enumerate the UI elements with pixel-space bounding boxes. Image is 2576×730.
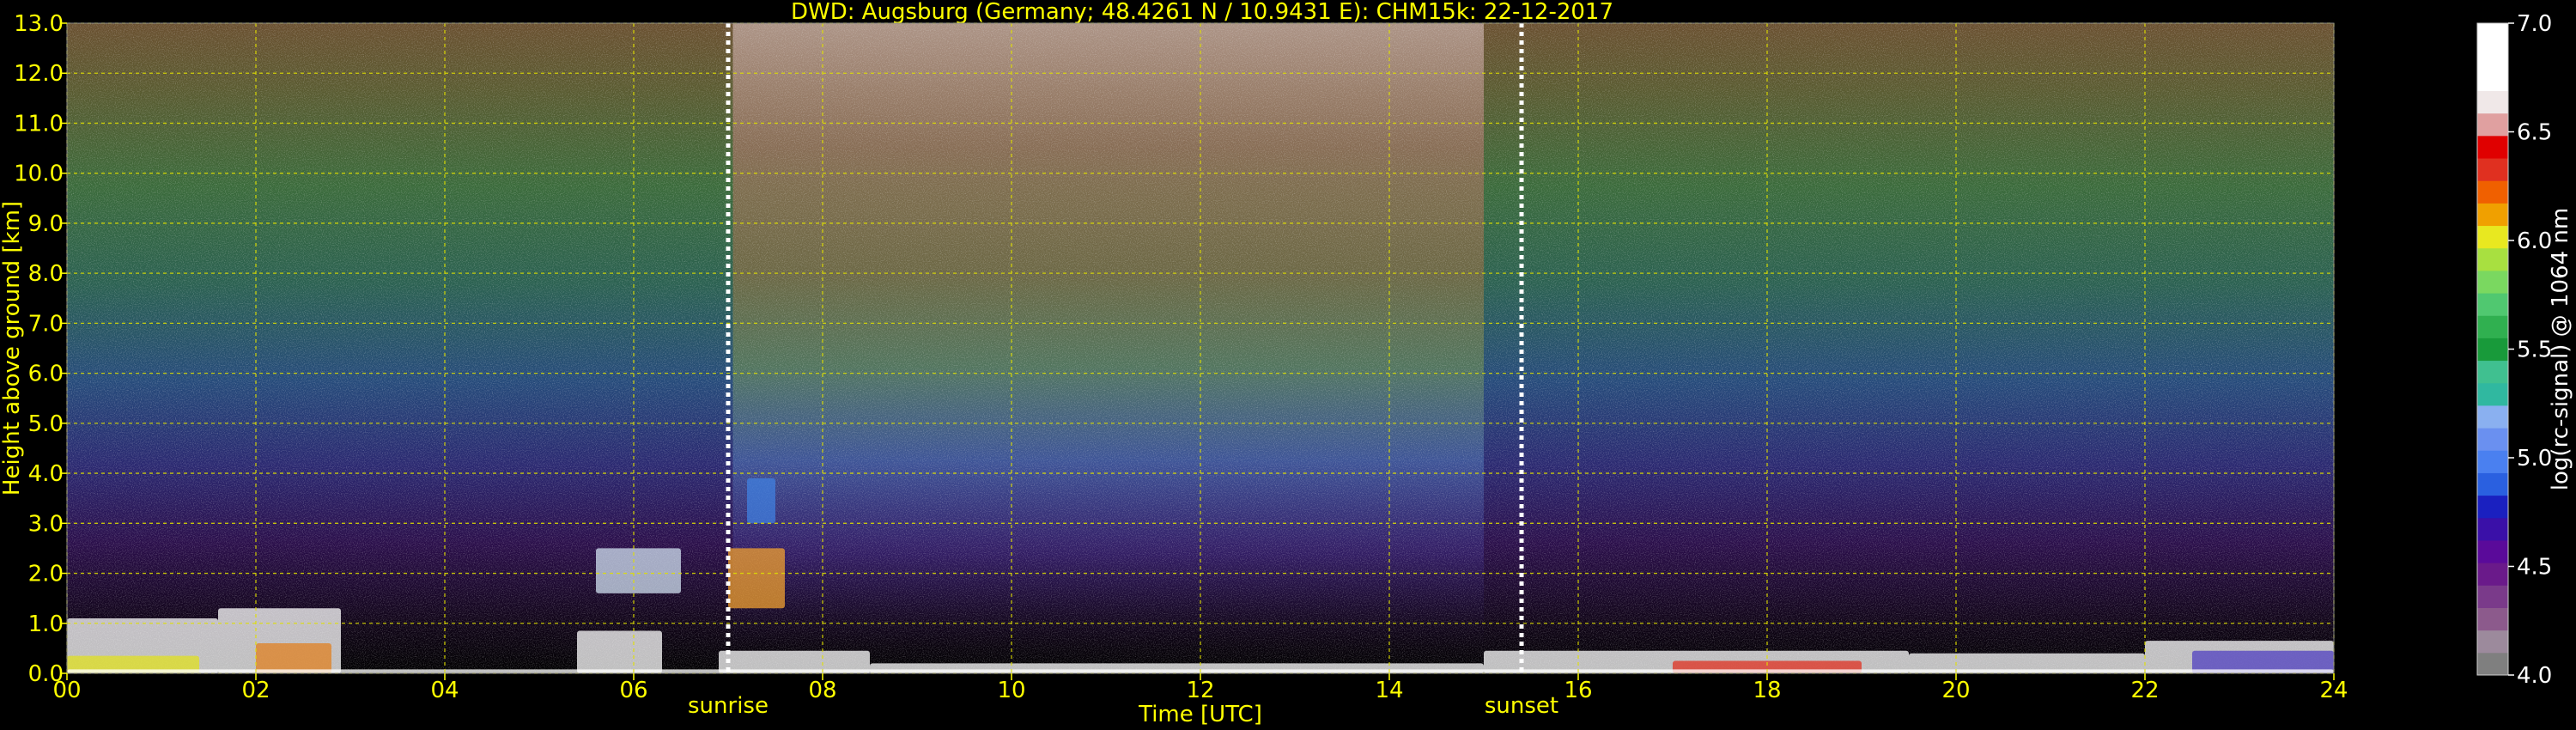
- y-tick-label: 10.0: [14, 161, 64, 187]
- x-tick-label: 24: [2319, 678, 2348, 703]
- chart-title: DWD: Augsburg (Germany; 48.4261 N / 10.9…: [791, 0, 1613, 25]
- y-tick-label: 13.0: [14, 11, 64, 37]
- colorbar-segment: [2477, 180, 2508, 204]
- colorbar-segment: [2477, 90, 2508, 114]
- aerosol-layer-4: [577, 630, 662, 673]
- colorbar-segment: [2477, 247, 2508, 271]
- colorbar-segment: [2477, 450, 2508, 473]
- colorbar-segment: [2477, 382, 2508, 406]
- x-tick-label: 04: [430, 678, 459, 703]
- colorbar-segment: [2477, 113, 2508, 137]
- y-tick-label: 7.0: [28, 311, 64, 337]
- colorbar-segment: [2477, 563, 2508, 586]
- colorbar-segment: [2477, 46, 2508, 69]
- x-tick-label: 18: [1753, 678, 1781, 703]
- aerosol-layer-6: [728, 548, 785, 609]
- x-axis-label: Time [UTC]: [1138, 702, 1262, 727]
- x-tick-label: 00: [52, 678, 81, 703]
- aerosol-layer-5: [596, 548, 681, 593]
- y-tick-label: 11.0: [14, 111, 64, 137]
- y-tick-label: 4.0: [28, 461, 64, 487]
- colorbar-segment: [2477, 315, 2508, 338]
- colorbar-segment: [2477, 472, 2508, 496]
- y-tick-label: 1.0: [28, 611, 64, 637]
- colorbar-segment: [2477, 23, 2508, 46]
- y-tick-label: 5.0: [28, 411, 64, 437]
- colorbar-segment: [2477, 630, 2508, 654]
- colorbar-segment: [2477, 293, 2508, 316]
- y-tick-label: 8.0: [28, 261, 64, 287]
- y-axis-label: Height above ground [km]: [0, 201, 25, 496]
- colorbar: 4.04.55.05.56.06.57.0: [2476, 11, 2552, 689]
- x-tick-label: 08: [808, 678, 836, 703]
- colorbar-label: log(rc-signal) @ 1064 nm: [2548, 208, 2573, 490]
- colorbar-segment: [2477, 517, 2508, 541]
- colorbar-segment: [2477, 428, 2508, 451]
- x-tick-label: 10: [997, 678, 1025, 703]
- x-tick-label: 06: [619, 678, 647, 703]
- colorbar-segment: [2477, 225, 2508, 249]
- y-tick-label: 2.0: [28, 562, 64, 587]
- chart-canvas: DWD: Augsburg (Germany; 48.4261 N / 10.9…: [0, 0, 2573, 727]
- y-tick-label: 3.0: [28, 511, 64, 537]
- colorbar-tick-label: 6.5: [2517, 120, 2552, 146]
- colorbar-segment: [2477, 585, 2508, 608]
- y-tick-label: 9.0: [28, 211, 64, 237]
- x-axis: 00 02 04 06 08 10 12 14 16 18 20 22 24: [52, 673, 2348, 703]
- colorbar-segment: [2477, 270, 2508, 294]
- x-tick-label: 12: [1186, 678, 1214, 703]
- colorbar-segment: [2477, 607, 2508, 631]
- aerosol-layer-7: [747, 478, 775, 524]
- colorbar-segment: [2477, 495, 2508, 519]
- colorbar-segment: [2477, 338, 2508, 362]
- y-tick-label: 6.0: [28, 362, 64, 387]
- x-tick-label: 14: [1375, 678, 1403, 703]
- colorbar-tick-label: 4.5: [2517, 555, 2552, 581]
- colorbar-tick-label: 4.0: [2517, 663, 2552, 689]
- colorbar-segment: [2477, 360, 2508, 384]
- ceilometer-figure: DWD: Augsburg (Germany; 48.4261 N / 10.9…: [0, 0, 2576, 730]
- plot-area: sunrise sunset: [66, 22, 2335, 719]
- aerosol-layer-3: [256, 643, 331, 673]
- colorbar-segment: [2477, 539, 2508, 563]
- colorbar-segment: [2477, 68, 2508, 92]
- event-label-sunrise: sunrise: [688, 693, 769, 719]
- y-tick-label: 12.0: [14, 61, 64, 87]
- x-tick-label: 16: [1564, 678, 1592, 703]
- colorbar-segment: [2477, 158, 2508, 181]
- x-tick-label: 20: [1941, 678, 1970, 703]
- colorbar-segment: [2477, 652, 2508, 676]
- colorbar-tick-label: 7.0: [2517, 11, 2552, 37]
- event-label-sunset: sunset: [1485, 693, 1558, 719]
- colorbar-segment: [2477, 405, 2508, 429]
- x-tick-label: 02: [241, 678, 270, 703]
- colorbar-segment: [2477, 203, 2508, 227]
- x-tick-label: 22: [2130, 678, 2159, 703]
- colorbar-segment: [2477, 135, 2508, 159]
